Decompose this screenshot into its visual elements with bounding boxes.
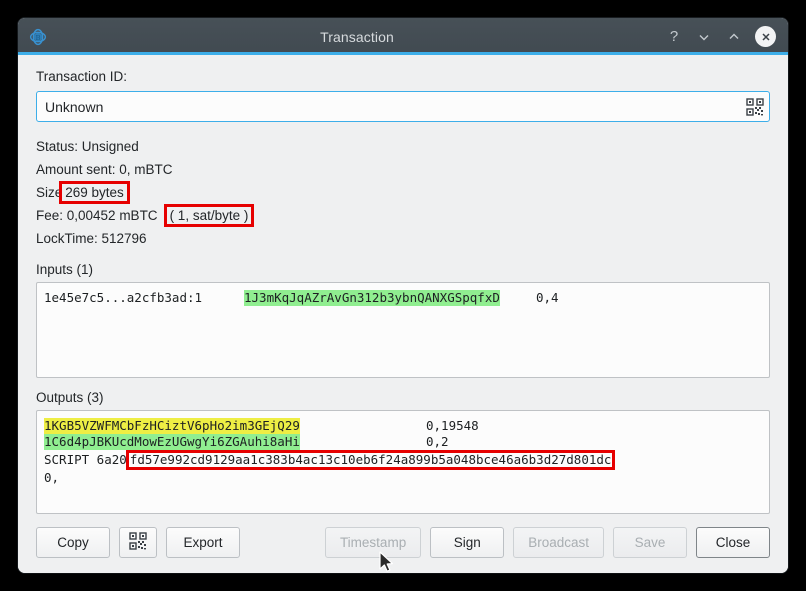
- close-dialog-button[interactable]: Close: [696, 527, 770, 558]
- fee-rate-annotation: ( 1, sat/byte ): [163, 204, 255, 227]
- output-script-amount-row[interactable]: 0,: [44, 470, 763, 486]
- copy-button[interactable]: Copy: [36, 527, 110, 558]
- window-controls: ?: [665, 26, 778, 47]
- output-row[interactable]: 1C6d4pJBKUcdMowEzUGwgYi6ZGAuhi8aHi 0,2: [44, 434, 763, 450]
- output-amount: 0,19548: [426, 418, 479, 433]
- maximize-button[interactable]: [725, 28, 743, 46]
- input-address-text: 1J3mKqJqAZrAvGn312b3ybnQANXGSpqfxD: [244, 290, 500, 306]
- output-row[interactable]: 1KGB5VZWFMCbFzHCiztV6pHo2im3GEjQ29 0,195…: [44, 418, 763, 434]
- txid-label: Transaction ID:: [36, 69, 128, 84]
- size-value-annotation: 269 bytes: [59, 181, 130, 204]
- inputs-title: Inputs (1): [36, 262, 94, 277]
- input-outpoint: 1e45e7c5...a2cfb3ad:1: [44, 290, 203, 305]
- electrum-logo-icon: B: [27, 26, 49, 48]
- input-amount: 0,4: [536, 290, 559, 305]
- export-button[interactable]: Export: [166, 527, 240, 558]
- title-bar[interactable]: B Transaction ?: [18, 18, 788, 55]
- output-script-amount: 0,: [44, 470, 60, 485]
- input-address: 1J3mKqJqAZrAvGn312b3ybnQANXGSpqfxD: [244, 290, 536, 306]
- output-address-text: 1C6d4pJBKUcdMowEzUGwgYi6ZGAuhi8aHi: [44, 434, 300, 450]
- size-line: Size 269 bytes: [36, 181, 770, 204]
- sign-button[interactable]: Sign: [430, 527, 505, 558]
- window-title: Transaction: [320, 28, 394, 45]
- outputs-list[interactable]: 1KGB5VZWFMCbFzHCiztV6pHo2im3GEjQ29 0,195…: [36, 410, 770, 514]
- output-address: 1C6d4pJBKUcdMowEzUGwgYi6ZGAuhi8aHi: [44, 434, 426, 450]
- fee-line: Fee: 0,00452 mBTC ( 1, sat/byte ): [36, 204, 770, 227]
- show-qr-button[interactable]: [119, 527, 157, 558]
- amount-sent-line: Amount sent: 0, mBTC: [36, 162, 173, 177]
- input-row[interactable]: 1e45e7c5...a2cfb3ad:1 1J3mKqJqAZrAvGn312…: [44, 290, 763, 306]
- transaction-window: B Transaction ? Transaction ID: Unknown …: [18, 18, 788, 573]
- status-line: Status: Unsigned: [36, 139, 139, 154]
- close-button[interactable]: [755, 26, 776, 47]
- output-script-row[interactable]: SCRIPT 6a20 fd57e992cd9129aa1c383b4ac13c1…: [44, 450, 763, 470]
- outputs-title: Outputs (3): [36, 390, 104, 405]
- window-content: Transaction ID: Unknown Status: Unsigned…: [18, 55, 788, 573]
- help-button[interactable]: ?: [665, 28, 683, 46]
- timestamp-button: Timestamp: [324, 527, 422, 558]
- svg-text:B: B: [35, 34, 40, 42]
- locktime-line: LockTime: 512796: [36, 231, 147, 246]
- output-amount: 0,2: [426, 434, 449, 449]
- minimize-button[interactable]: [695, 28, 713, 46]
- output-address-text: 1KGB5VZWFMCbFzHCiztV6pHo2im3GEjQ29: [44, 418, 300, 434]
- inputs-list[interactable]: 1e45e7c5...a2cfb3ad:1 1J3mKqJqAZrAvGn312…: [36, 282, 770, 378]
- qr-code-icon: [129, 532, 147, 553]
- output-address: 1KGB5VZWFMCbFzHCiztV6pHo2im3GEjQ29: [44, 418, 426, 434]
- screen: B Transaction ? Transaction ID: Unknown …: [0, 0, 806, 591]
- txid-field-wrap: Unknown: [36, 91, 770, 122]
- txid-value: Unknown: [45, 98, 104, 115]
- button-bar: Copy Export Timestamp Sign Broadcast Sav…: [36, 527, 770, 558]
- txid-input[interactable]: Unknown: [36, 91, 770, 122]
- save-button: Save: [613, 527, 687, 558]
- broadcast-button: Broadcast: [513, 527, 604, 558]
- fee-label: Fee: 0,00452 mBTC: [36, 208, 158, 223]
- output-script-hex-annotation: fd57e992cd9129aa1c383b4ac13c10eb6f24a899…: [125, 450, 616, 470]
- qr-code-icon[interactable]: [746, 97, 764, 116]
- output-script-prefix: SCRIPT 6a20: [44, 452, 127, 467]
